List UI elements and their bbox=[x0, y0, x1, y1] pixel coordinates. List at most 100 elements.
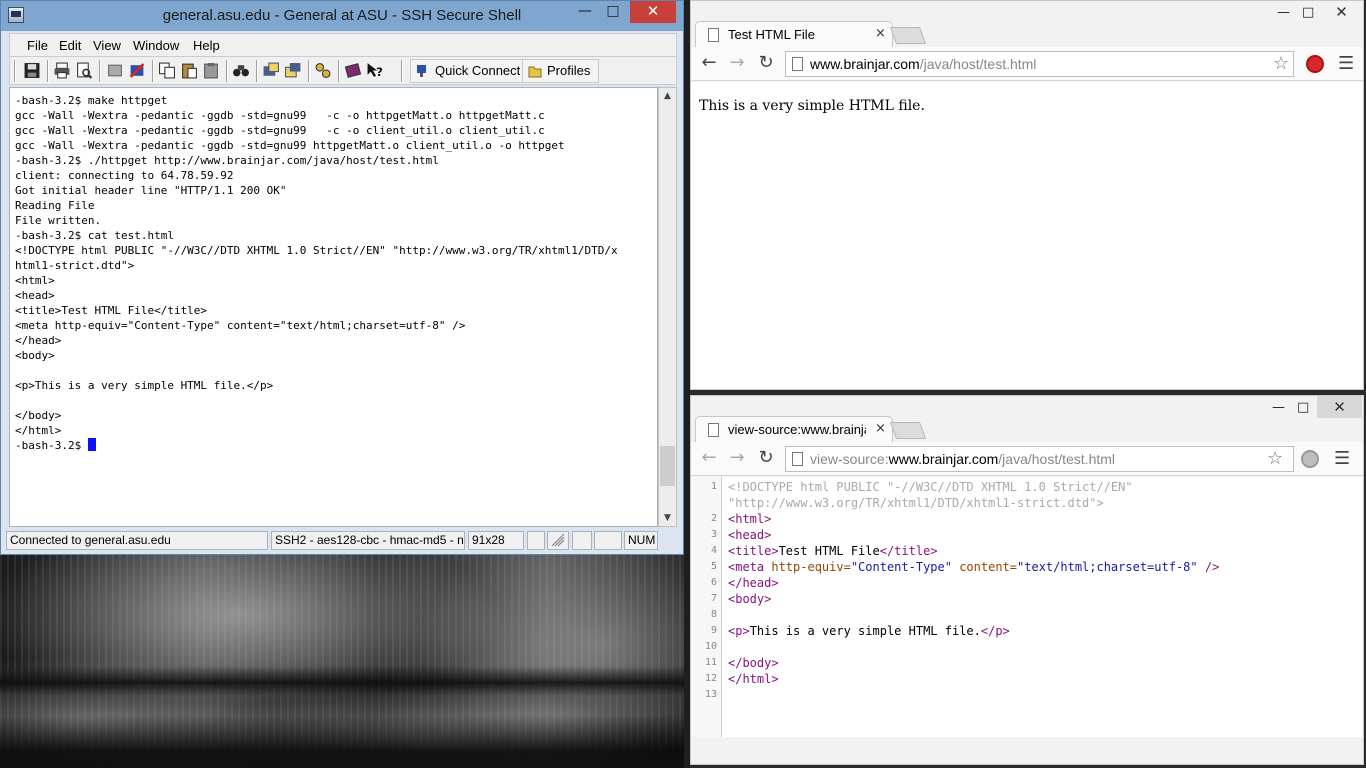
context-help-icon[interactable]: ? bbox=[366, 62, 384, 79]
url-path: /java/host/test.html bbox=[919, 56, 1037, 72]
toolbar-separator bbox=[47, 60, 49, 82]
browser-window-bottom: view-source:www.brainjar × — □ ✕ ← → ↻ v… bbox=[690, 395, 1364, 765]
terminal-prompt: -bash-3.2$ bbox=[15, 439, 88, 452]
back-arrow-icon[interactable]: ← bbox=[697, 52, 721, 76]
source-attr: content= bbox=[951, 560, 1018, 574]
source-code: <!DOCTYPE html PUBLIC "-//W3C//DTD XHTML… bbox=[728, 480, 1133, 494]
terminal-output: -bash-3.2$ make httpget gcc -Wall -Wextra… bbox=[15, 93, 618, 453]
close-button[interactable]: ✕ bbox=[1319, 1, 1364, 23]
source-line: 7 <body> bbox=[691, 591, 1331, 607]
adblock-icon[interactable] bbox=[1301, 450, 1319, 468]
address-bar[interactable]: view-source:www.brainjar.com/java/host/t… bbox=[785, 446, 1294, 472]
status-transfer-cell bbox=[547, 531, 569, 550]
forward-arrow-icon[interactable]: → bbox=[725, 52, 749, 76]
key-icon[interactable] bbox=[314, 62, 332, 79]
menu-file[interactable]: File bbox=[27, 38, 48, 53]
menu-window[interactable]: Window bbox=[133, 38, 179, 53]
source-value: "text/html;charset=utf-8" bbox=[1017, 560, 1198, 574]
bookmark-star-icon[interactable]: ☆ bbox=[1267, 448, 1283, 469]
scrollbar-thumb[interactable] bbox=[660, 446, 675, 486]
menu-view[interactable]: View bbox=[93, 38, 121, 53]
line-number: 12 bbox=[704, 673, 717, 684]
browser-tab-strip[interactable]: view-source:www.brainjar × — □ ✕ bbox=[691, 396, 1363, 442]
close-button[interactable]: ✕ bbox=[630, 1, 676, 23]
menu-icon[interactable]: ☰ bbox=[1338, 53, 1354, 74]
file-transfer-icon[interactable] bbox=[284, 62, 302, 79]
maximize-button[interactable]: □ bbox=[600, 1, 626, 23]
toolbar-separator bbox=[401, 60, 403, 82]
help-book-icon[interactable] bbox=[344, 62, 362, 79]
source-line: 11 </body> bbox=[691, 655, 1331, 671]
adblock-icon[interactable] bbox=[1306, 55, 1324, 73]
line-number: 2 bbox=[710, 513, 717, 524]
close-button[interactable]: ✕ bbox=[1317, 396, 1362, 418]
terminal-line: <title>Test HTML File</title> bbox=[15, 304, 208, 317]
settings-icon[interactable] bbox=[262, 62, 280, 79]
tab-title: Test HTML File bbox=[728, 27, 815, 42]
tab-test-html-file[interactable]: Test HTML File × bbox=[695, 21, 893, 47]
source-tag: <meta bbox=[728, 560, 765, 574]
url-path: /java/host/test.html bbox=[998, 451, 1116, 467]
paste-icon[interactable] bbox=[180, 62, 198, 79]
status-empty-cell bbox=[594, 531, 622, 550]
bookmark-star-icon[interactable]: ☆ bbox=[1273, 53, 1289, 74]
ssh-titlebar[interactable]: general.asu.edu - General at ASU - SSH S… bbox=[1, 1, 683, 31]
status-bar: Connected to general.asu.edu SSH2 - aes1… bbox=[6, 531, 678, 551]
line-number: 1 bbox=[710, 481, 717, 492]
menu-icon[interactable]: ☰ bbox=[1334, 448, 1350, 469]
quick-connect-button[interactable]: Quick Connect bbox=[410, 59, 530, 83]
minimize-button[interactable]: — bbox=[572, 1, 598, 23]
maximize-button[interactable]: □ bbox=[1297, 400, 1309, 415]
line-number: 5 bbox=[710, 561, 717, 572]
maximize-button[interactable]: □ bbox=[1302, 5, 1314, 20]
profiles-button[interactable]: Profiles bbox=[522, 59, 600, 83]
url-host: www.brainjar.com bbox=[810, 56, 920, 72]
browser-tab-strip[interactable]: Test HTML File × — □ ✕ bbox=[691, 1, 1363, 47]
disconnect-icon[interactable] bbox=[128, 62, 146, 79]
menu-bar: File Edit View Window Help bbox=[9, 33, 677, 57]
line-number: 3 bbox=[710, 529, 717, 540]
back-arrow-icon[interactable]: ← bbox=[697, 447, 721, 471]
new-tab-button[interactable] bbox=[889, 27, 927, 44]
menu-edit[interactable]: Edit bbox=[59, 38, 81, 53]
menu-help[interactable]: Help bbox=[193, 38, 220, 53]
address-bar[interactable]: www.brainjar.com/java/host/test.html ☆ bbox=[785, 51, 1294, 77]
terminal-line: -bash-3.2$ make httpget bbox=[15, 94, 168, 107]
new-tab-button[interactable] bbox=[889, 422, 927, 439]
print-preview-icon[interactable] bbox=[75, 62, 93, 79]
browser-toolbar: ← → ↻ www.brainjar.com/java/host/test.ht… bbox=[691, 47, 1363, 81]
terminal-area[interactable]: -bash-3.2$ make httpget gcc -Wall -Wextra… bbox=[9, 87, 658, 527]
reload-icon[interactable]: ↻ bbox=[754, 52, 778, 76]
minimize-button[interactable]: — bbox=[1277, 5, 1290, 20]
new-terminal-icon[interactable] bbox=[106, 62, 124, 79]
scroll-down-arrow[interactable]: ▼ bbox=[659, 510, 676, 526]
tab-view-source[interactable]: view-source:www.brainjar × bbox=[695, 416, 893, 442]
save-icon[interactable] bbox=[23, 62, 41, 79]
forward-arrow-icon[interactable]: → bbox=[725, 447, 749, 471]
line-number: 8 bbox=[710, 609, 717, 620]
terminal-line: -bash-3.2$ ./httpget http://www.brainjar… bbox=[15, 154, 439, 167]
source-code: "http://www.w3.org/TR/xhtml1/DTD/xhtml1-… bbox=[728, 496, 1104, 510]
tab-title: view-source:www.brainjar bbox=[728, 422, 866, 437]
terminal-line: </body> bbox=[15, 409, 62, 422]
tab-close-icon[interactable]: × bbox=[875, 421, 886, 436]
print-icon[interactable] bbox=[53, 62, 71, 79]
source-code: </head> bbox=[728, 576, 779, 590]
copy-icon[interactable] bbox=[158, 62, 176, 79]
terminal-line: Reading File bbox=[15, 199, 95, 212]
find-icon[interactable] bbox=[232, 62, 250, 79]
source-line: 2 <html> bbox=[691, 511, 1331, 527]
terminal-scrollbar[interactable]: ▲ ▼ bbox=[658, 87, 677, 527]
line-number: 9 bbox=[710, 625, 717, 636]
paste-special-icon[interactable] bbox=[202, 62, 220, 79]
url-text: www.brainjar.com/java/host/test.html bbox=[810, 56, 1036, 72]
minimize-button[interactable]: — bbox=[1272, 400, 1285, 415]
reload-icon[interactable]: ↻ bbox=[754, 447, 778, 471]
tab-close-icon[interactable]: × bbox=[875, 26, 886, 41]
scroll-up-arrow[interactable]: ▲ bbox=[659, 88, 676, 104]
source-line: 12 </html> bbox=[691, 671, 1331, 687]
status-connection: Connected to general.asu.edu bbox=[6, 531, 268, 550]
toolbar-separator bbox=[308, 60, 310, 82]
line-number: 7 bbox=[710, 593, 717, 604]
